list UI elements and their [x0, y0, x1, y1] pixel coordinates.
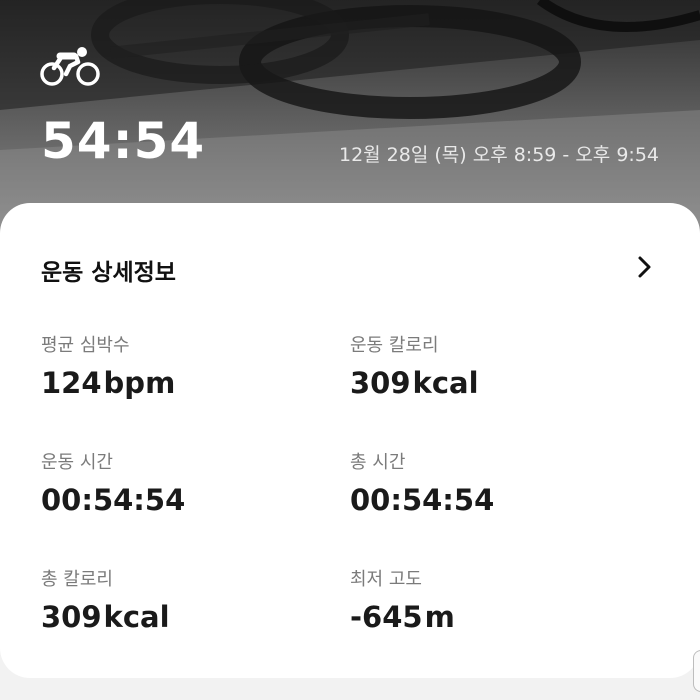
metric-value: 309kcal [350, 366, 479, 400]
metric-value: 00:54:54 [350, 483, 496, 517]
metric-value: 00:54:54 [41, 483, 187, 517]
metric-total-time: 총 시간 00:54:54 [350, 448, 496, 517]
metric-min-altitude: 최저 고도 -645m [350, 565, 455, 634]
metric-unit: m [424, 600, 455, 634]
metric-value: 309kcal [41, 600, 170, 634]
workout-details-card[interactable]: 운동 상세정보 평균 심박수 124bpm 운동 칼로리 309kcal 운동 … [0, 203, 700, 678]
metric-number: 00:54:54 [350, 483, 495, 517]
metric-label: 총 시간 [350, 452, 406, 473]
metric-number: 309 [41, 600, 102, 634]
metric-workout-time: 운동 시간 00:54:54 [41, 448, 187, 517]
metric-number: -645 [350, 600, 423, 634]
metric-number: 309 [350, 366, 411, 400]
edge-panel-handle[interactable] [693, 650, 700, 692]
metric-label: 총 칼로리 [41, 569, 113, 590]
metric-workout-calories: 운동 칼로리 309kcal [350, 331, 479, 400]
metric-unit: bpm [103, 366, 176, 400]
metric-total-calories: 총 칼로리 309kcal [41, 565, 170, 634]
metric-unit: kcal [412, 366, 479, 400]
metric-value: 124bpm [41, 366, 175, 400]
metric-label: 운동 시간 [41, 452, 113, 473]
metric-label: 최저 고도 [350, 569, 422, 590]
cycling-icon [40, 47, 100, 86]
chevron-right-icon[interactable] [632, 253, 656, 281]
workout-duration: 54:54 [41, 112, 206, 170]
workout-time-range: 12월 28일 (목) 오후 8:59 - 오후 9:54 [338, 144, 659, 166]
metric-label: 평균 심박수 [41, 335, 130, 356]
metric-value: -645m [350, 600, 455, 634]
card-title: 운동 상세정보 [41, 260, 176, 286]
metric-number: 124 [41, 366, 102, 400]
metric-unit: kcal [103, 600, 170, 634]
metric-avg-heart-rate: 평균 심박수 124bpm [41, 331, 175, 400]
metric-label: 운동 칼로리 [350, 335, 439, 356]
metric-number: 00:54:54 [41, 483, 186, 517]
